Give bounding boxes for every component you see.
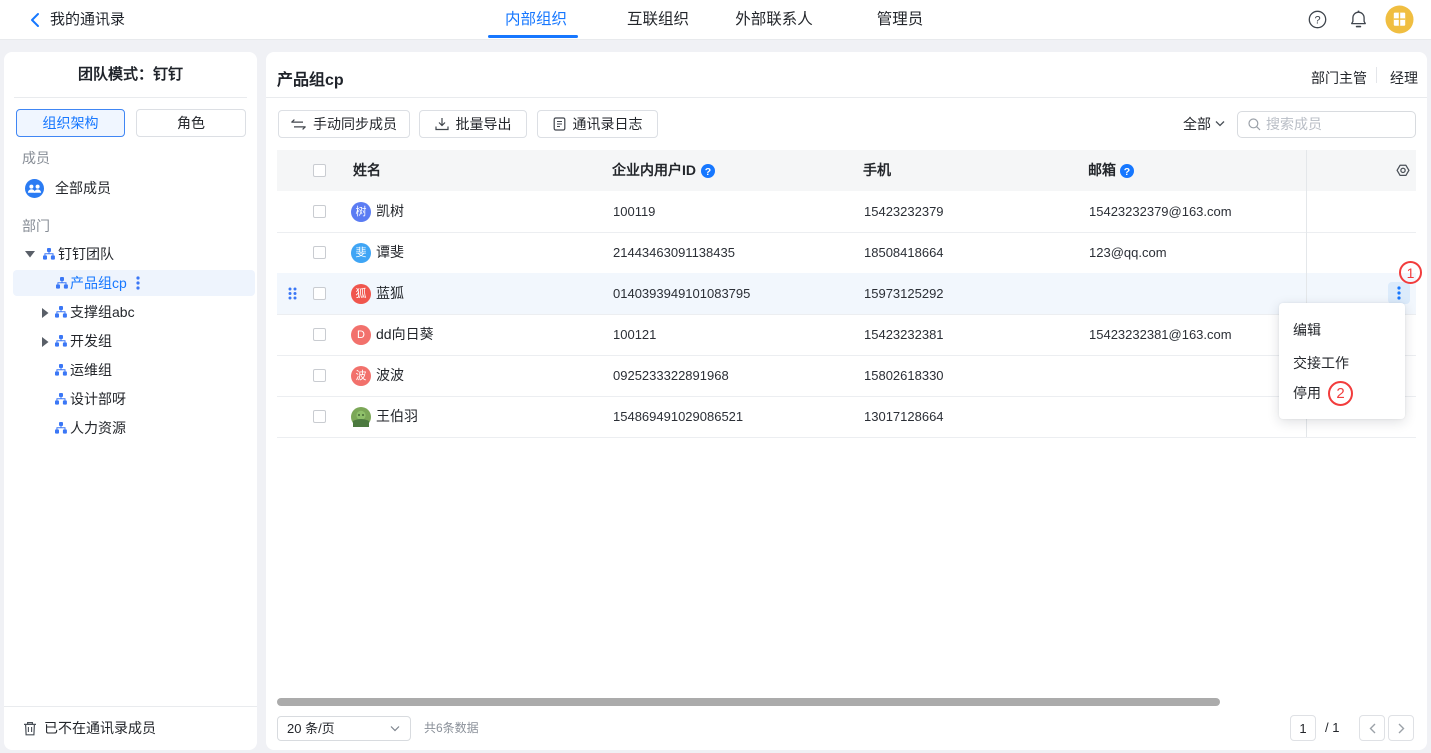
- svg-text:?: ?: [1124, 166, 1130, 178]
- svg-text:?: ?: [1314, 14, 1320, 26]
- svg-text:?: ?: [705, 166, 711, 178]
